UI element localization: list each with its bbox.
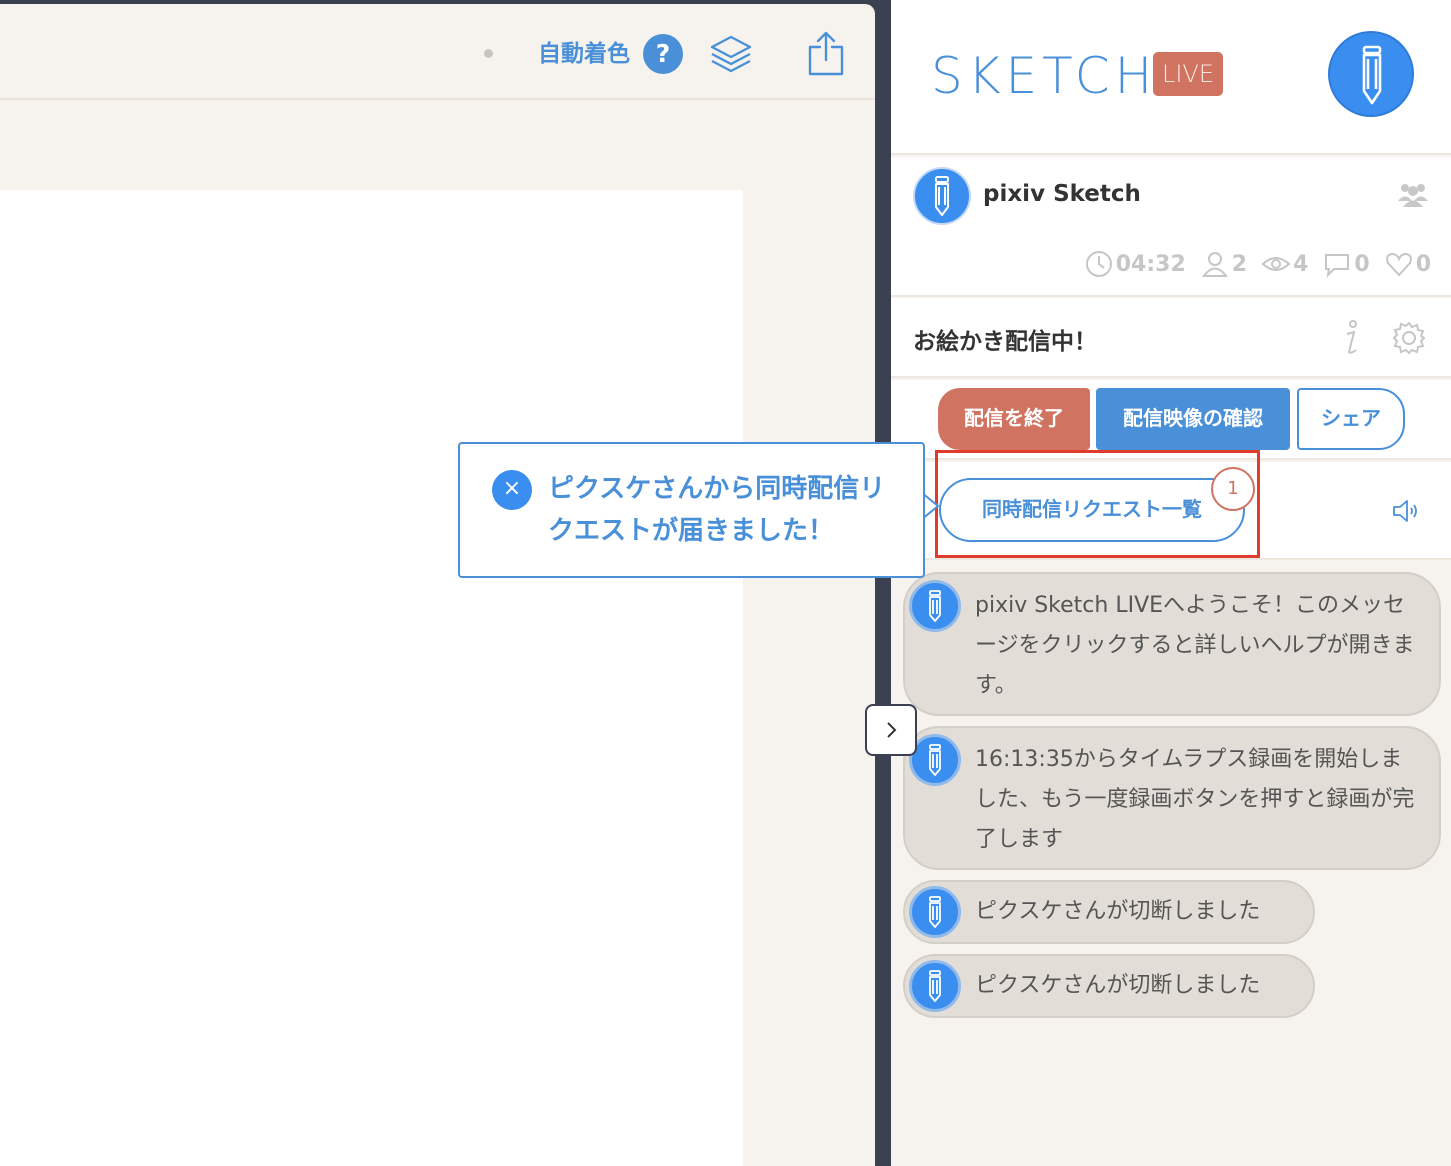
- comments-stat: 0: [1322, 249, 1370, 279]
- stream-title-row: お絵かき配信中！: [891, 298, 1451, 378]
- close-icon[interactable]: ×: [492, 470, 532, 510]
- chevron-right-icon: [887, 722, 897, 738]
- autocolor-button[interactable]: 自動着色: [538, 36, 630, 72]
- heart-icon: [1385, 252, 1412, 277]
- preview-stream-button[interactable]: 配信映像の確認: [1096, 388, 1290, 450]
- notification-message: ピクスケさんから同時配信リクエストが届きました！: [548, 474, 886, 546]
- request-row: 同時配信リクエスト一覧 1: [891, 450, 1451, 560]
- collab-request-list-button[interactable]: 同時配信リクエスト一覧: [939, 478, 1245, 542]
- speaker-icon[interactable]: [1391, 498, 1421, 524]
- live-sidebar: SKETCH LIVE pixiv Sketch 04:32 2 4 0 0 お…: [891, 0, 1451, 1166]
- chat-message-text: 16:13:35からタイムラプス録画を開始しました、もう一度録画ボタンを押すと録…: [975, 747, 1415, 852]
- elapsed-time-value: 04:32: [1115, 251, 1186, 277]
- participants-stat: 2: [1200, 249, 1247, 279]
- system-avatar-icon: [909, 960, 961, 1012]
- clock-icon: [1085, 251, 1112, 277]
- system-avatar-icon: [909, 580, 961, 632]
- stream-stats: 04:32 2 4 0 0: [1084, 249, 1431, 279]
- info-icon[interactable]: [1339, 318, 1363, 358]
- chat-message[interactable]: pixiv Sketch LIVEへようこそ！このメッセージをクリックすると詳し…: [903, 572, 1441, 716]
- canvas-toolbar: 自動着色 ?: [0, 4, 875, 100]
- gear-icon[interactable]: [1391, 320, 1427, 356]
- chat-message[interactable]: ピクスケさんが切断しました: [903, 954, 1315, 1018]
- dot-indicator: [484, 49, 493, 58]
- system-avatar-icon: [909, 886, 961, 938]
- chat-message-text: pixiv Sketch LIVEへようこそ！このメッセージをクリックすると詳し…: [975, 593, 1415, 698]
- canvas-panel: 自動着色 ?: [0, 4, 875, 1166]
- eye-icon: [1261, 257, 1291, 271]
- person-icon: [1201, 252, 1228, 277]
- channel-avatar[interactable]: [913, 167, 971, 225]
- participants-group-icon[interactable]: [1397, 181, 1429, 207]
- end-stream-button[interactable]: 配信を終了: [938, 388, 1090, 450]
- stream-actions: 配信を終了 配信映像の確認 シェア: [891, 380, 1451, 460]
- chat-message-text: ピクスケさんが切断しました: [975, 973, 1261, 998]
- viewers-value: 4: [1293, 251, 1309, 277]
- share-button[interactable]: シェア: [1297, 388, 1405, 450]
- collab-request-notification[interactable]: × ピクスケさんから同時配信リクエストが届きました！: [458, 442, 925, 578]
- stream-title: お絵かき配信中！: [913, 329, 1097, 355]
- pencil-icon[interactable]: [1328, 31, 1414, 117]
- comment-icon: [1325, 254, 1350, 278]
- channel-name[interactable]: pixiv Sketch: [983, 181, 1141, 207]
- chat-message-text: ピクスケさんが切断しました: [975, 899, 1261, 924]
- live-badge: LIVE: [1153, 52, 1223, 96]
- likes-stat: 0: [1384, 249, 1431, 279]
- comments-value: 0: [1354, 251, 1370, 277]
- drawing-paper[interactable]: [0, 190, 743, 1166]
- collapse-sidebar-button[interactable]: [865, 704, 917, 756]
- sidebar-header: SKETCH LIVE: [891, 0, 1451, 155]
- layers-icon[interactable]: [708, 32, 754, 78]
- viewers-stat: 4: [1261, 249, 1308, 279]
- participants-value: 2: [1231, 251, 1248, 277]
- sketch-logo: SKETCH: [931, 47, 1158, 105]
- request-count-badge: 1: [1211, 467, 1255, 511]
- elapsed-time-stat: 04:32: [1084, 249, 1186, 279]
- likes-value: 0: [1415, 251, 1431, 277]
- share-icon[interactable]: [805, 30, 847, 78]
- chat-message[interactable]: 16:13:35からタイムラプス録画を開始しました、もう一度録画ボタンを押すと録…: [903, 726, 1441, 870]
- chat-message[interactable]: ピクスケさんが切断しました: [903, 880, 1315, 944]
- channel-info: pixiv Sketch 04:32 2 4 0 0: [891, 157, 1451, 297]
- help-icon[interactable]: ?: [643, 34, 683, 74]
